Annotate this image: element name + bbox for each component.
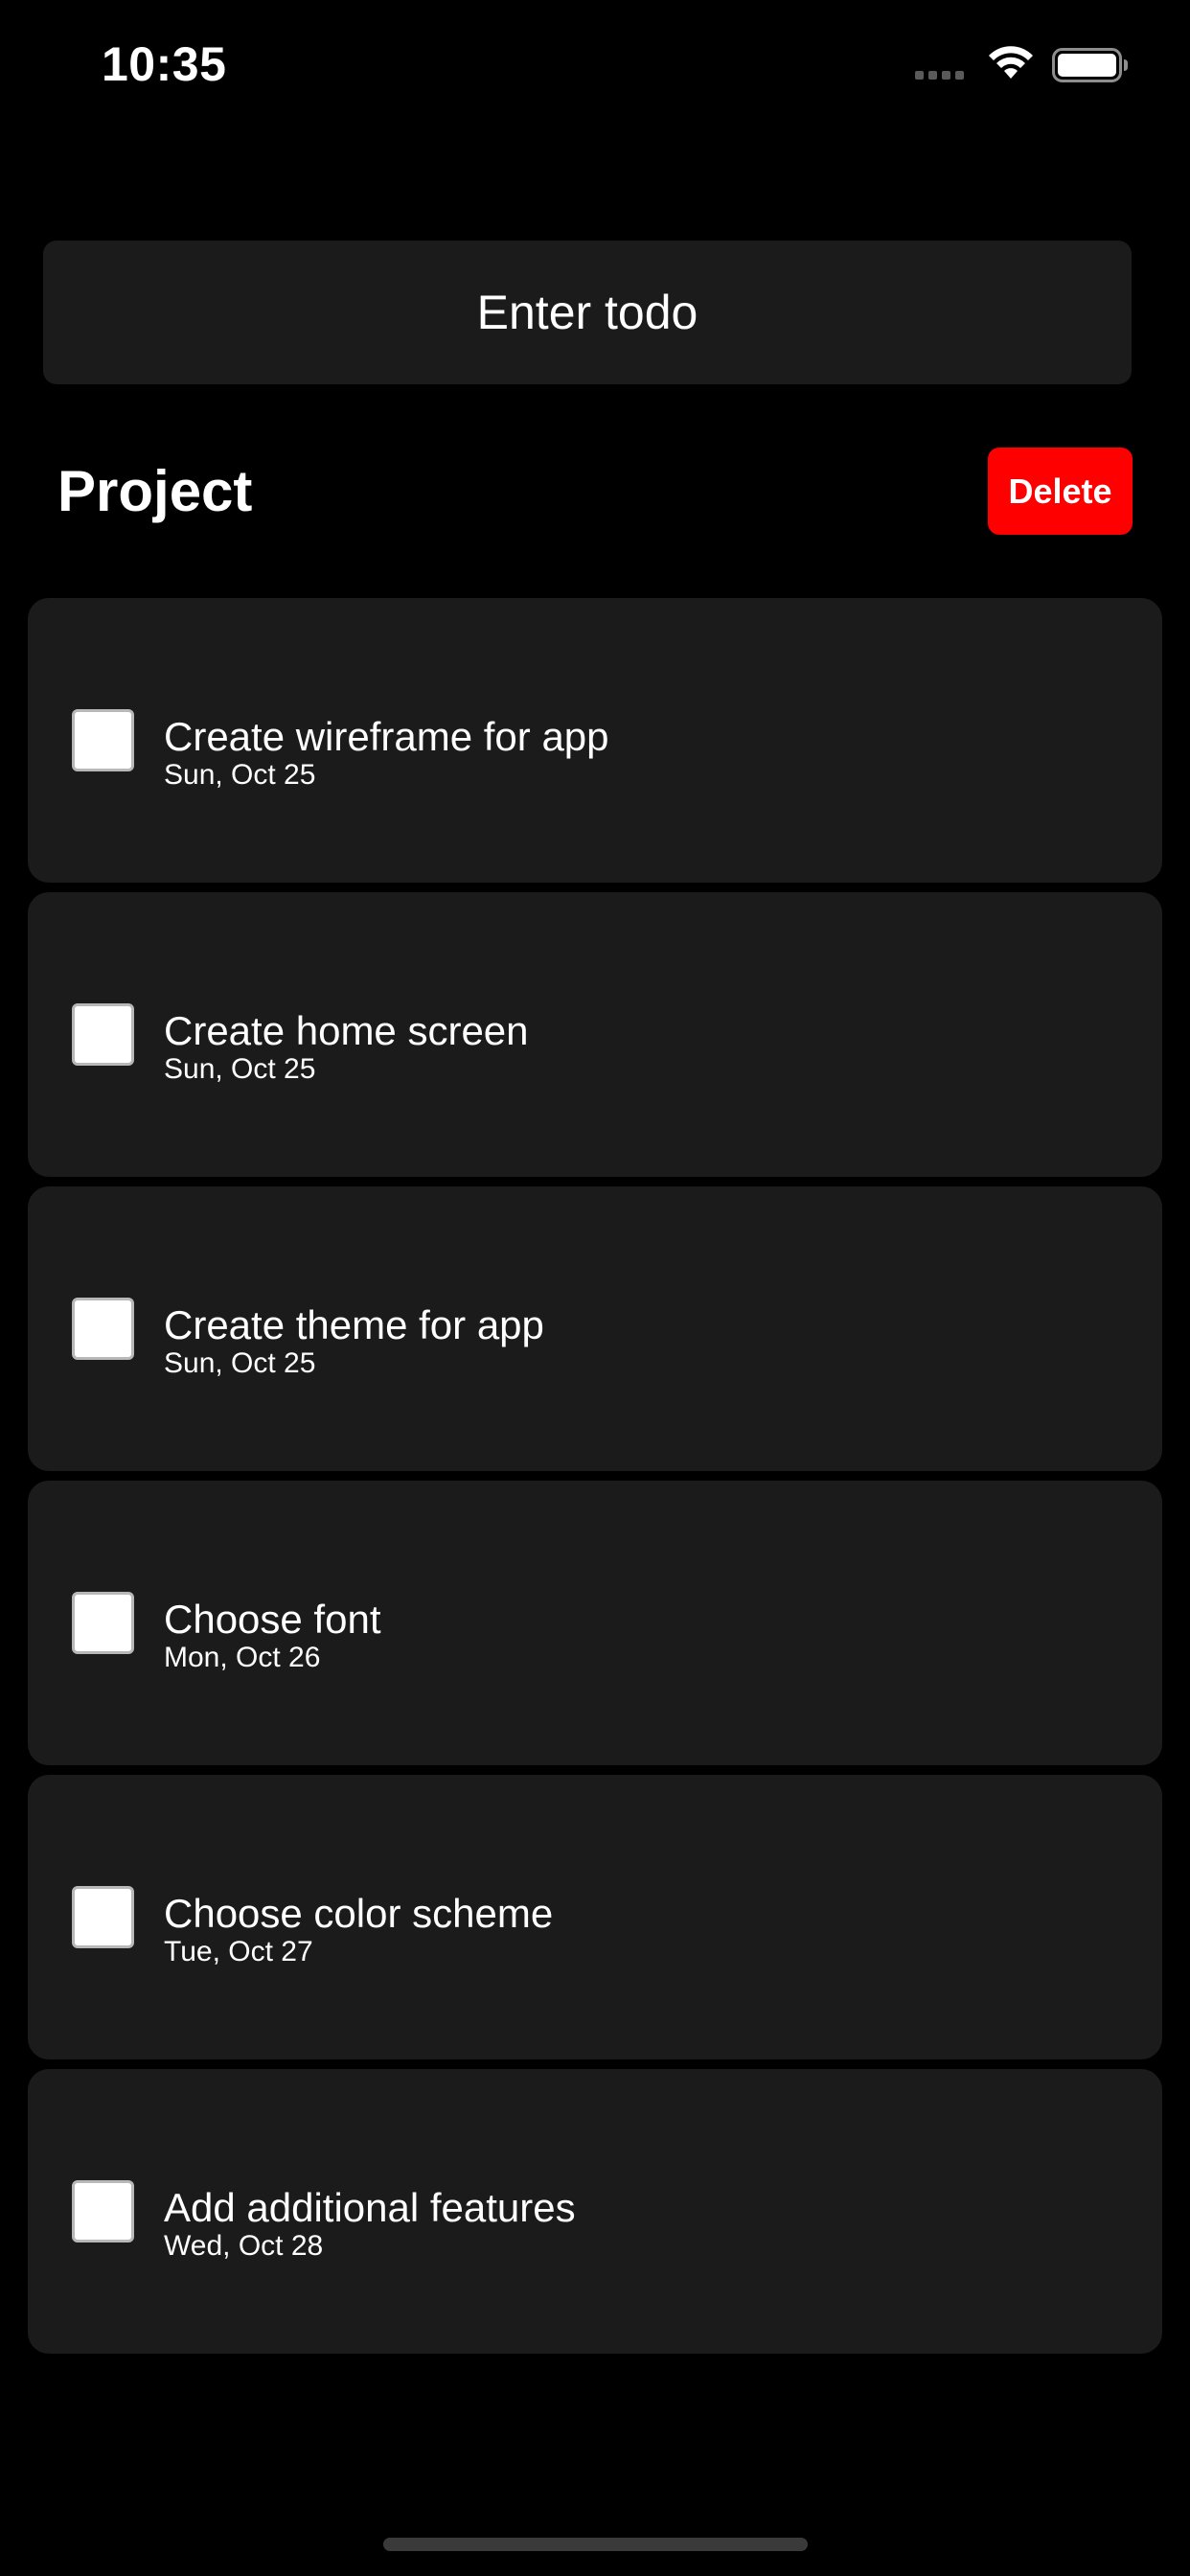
todo-checkbox[interactable] [72,1592,134,1654]
todo-date: Wed, Oct 28 [164,2230,324,2262]
todo-item[interactable]: Choose font Mon, Oct 26 [28,1481,1162,1765]
todo-item[interactable]: Add additional features Wed, Oct 28 [28,2069,1162,2354]
todo-date: Sun, Oct 25 [164,759,316,791]
todo-item[interactable]: Create wireframe for app Sun, Oct 25 [28,598,1162,883]
todo-title: Add additional features [164,2185,576,2230]
todo-item[interactable]: Create theme for app Sun, Oct 25 [28,1186,1162,1471]
todo-date: Sun, Oct 25 [164,1347,316,1379]
todo-title: Create theme for app [164,1302,544,1347]
home-indicator[interactable] [383,2538,808,2551]
battery-icon [1052,48,1128,82]
todo-title: Create home screen [164,1008,529,1053]
todo-date: Sun, Oct 25 [164,1053,316,1085]
status-time: 10:35 [102,37,227,91]
todo-list: Create wireframe for app Sun, Oct 25 Cre… [28,598,1162,2363]
todo-title: Create wireframe for app [164,714,609,759]
todo-title: Choose font [164,1597,381,1642]
todo-item[interactable]: Choose color scheme Tue, Oct 27 [28,1775,1162,2059]
todo-checkbox[interactable] [72,709,134,771]
delete-button[interactable]: Delete [988,448,1133,535]
todo-text: Create home screen Sun, Oct 25 [164,1009,529,1086]
todo-input[interactable] [43,241,1132,384]
todo-checkbox[interactable] [72,1298,134,1360]
todo-date: Tue, Oct 27 [164,1936,313,1967]
cellular-signal-icon [915,71,964,80]
todo-text: Create wireframe for app Sun, Oct 25 [164,715,609,792]
todo-title: Choose color scheme [164,1891,554,1936]
wifi-icon [989,46,1033,79]
todo-checkbox[interactable] [72,1886,134,1948]
todo-text: Create theme for app Sun, Oct 25 [164,1303,544,1380]
todo-text: Add additional features Wed, Oct 28 [164,2186,576,2263]
todo-text: Choose font Mon, Oct 26 [164,1598,381,1674]
project-title: Project [57,459,253,523]
todo-item[interactable]: Create home screen Sun, Oct 25 [28,892,1162,1177]
todo-text: Choose color scheme Tue, Oct 27 [164,1892,553,1968]
todo-checkbox[interactable] [72,2180,134,2242]
todo-date: Mon, Oct 26 [164,1642,321,1673]
todo-checkbox[interactable] [72,1003,134,1066]
